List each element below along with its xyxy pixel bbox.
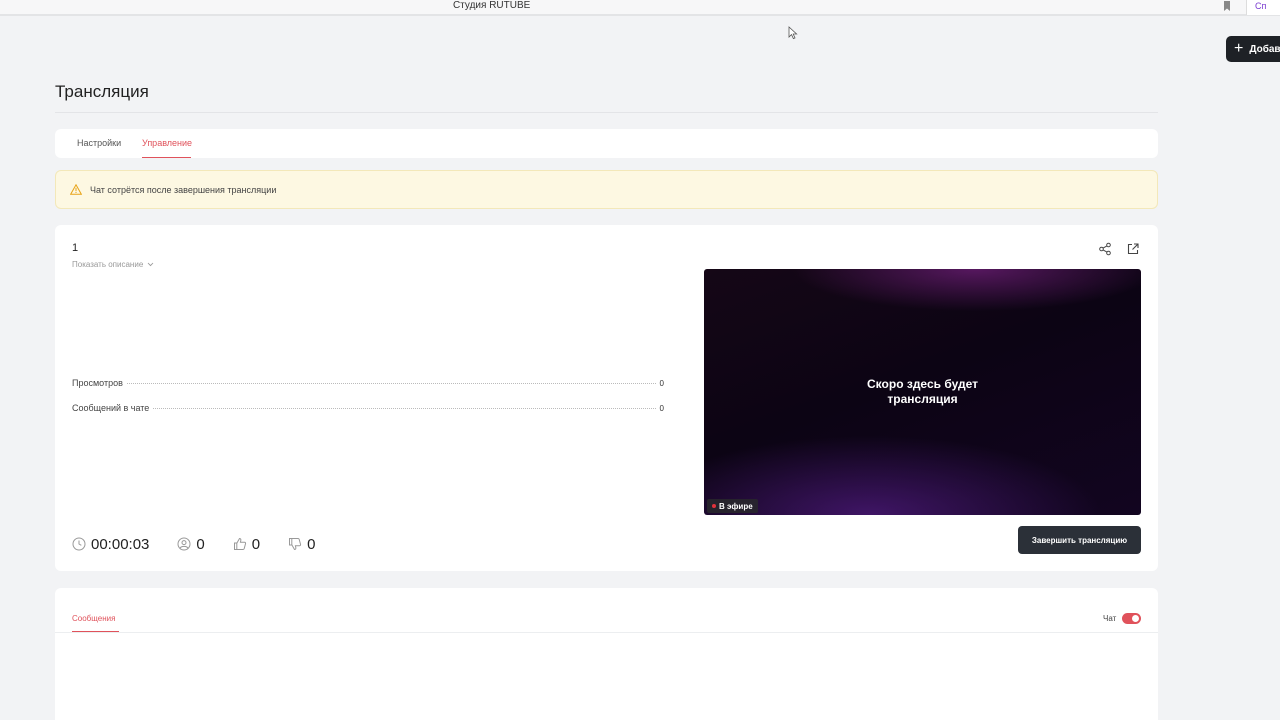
stat-views-row: Просмотров 0: [72, 378, 664, 388]
extension-tab[interactable]: Сп: [1246, 0, 1280, 15]
live-dot-icon: [712, 504, 716, 508]
browser-top-bar: Студия RUTUBE Сп: [0, 0, 1280, 16]
likes-value: 0: [251, 535, 261, 553]
thumbs-up-icon: [233, 537, 246, 550]
dotted-leader: [153, 408, 656, 409]
live-badge: В эфире: [707, 499, 758, 513]
live-badge-label: В эфире: [719, 501, 753, 511]
dislikes-value: 0: [307, 535, 316, 553]
warning-text: Чат сотрётся после завершения трансляции: [90, 184, 277, 195]
stream-name: 1: [72, 242, 79, 254]
title-divider: [55, 112, 1158, 113]
player-placeholder-line1: Скоро здесь будет: [867, 377, 978, 391]
stat-messages-value: 0: [659, 404, 664, 413]
show-description-toggle[interactable]: Показать описание: [72, 260, 154, 269]
plus-icon: +: [1234, 40, 1244, 57]
panel-divider: [55, 632, 1158, 633]
chat-toggle-label: Чат: [1103, 614, 1117, 623]
stream-card: 1 Показать описание Просмотров 0 Сообщен…: [55, 225, 1158, 571]
warning-icon: [70, 184, 82, 195]
external-link-icon[interactable]: [1126, 242, 1140, 256]
bookmark-icon[interactable]: [1223, 1, 1231, 11]
metric-dislikes: 0: [288, 536, 315, 553]
stat-messages-row: Сообщений в чате 0: [72, 403, 664, 413]
dotted-leader: [126, 383, 656, 384]
tabs-bar: Настройки Управление: [55, 129, 1158, 158]
player-placeholder-line2: трансляция: [887, 392, 958, 406]
browser-tab-title: Студия RUTUBE: [453, 0, 531, 11]
metric-likes: 0: [233, 536, 260, 553]
tab-messages[interactable]: Сообщения: [72, 614, 115, 623]
share-icon[interactable]: [1098, 242, 1112, 256]
toggle-knob: [1132, 615, 1139, 622]
video-player-preview[interactable]: Скоро здесь будет трансляция В эфире: [704, 269, 1141, 515]
player-placeholder-text: Скоро здесь будет трансляция: [704, 377, 1141, 407]
viewers-value: 0: [196, 535, 205, 553]
add-button[interactable]: + Добав: [1226, 36, 1280, 62]
tab-settings[interactable]: Настройки: [77, 138, 121, 148]
chat-warning-notice: Чат сотрётся после завершения трансляции: [55, 170, 1158, 209]
tab-management[interactable]: Управление: [142, 138, 192, 148]
show-description-label: Показать описание: [72, 260, 144, 269]
metric-duration: 00:00:03: [72, 536, 149, 553]
duration-value: 00:00:03: [91, 535, 150, 553]
messages-panel: Сообщения Чат: [55, 588, 1158, 720]
chat-toggle-switch[interactable]: [1122, 613, 1141, 624]
thumbs-down-icon: [289, 538, 302, 551]
stat-messages-label: Сообщений в чате: [72, 403, 150, 413]
clock-icon: [72, 537, 86, 551]
user-icon: [177, 537, 191, 551]
active-tab-indicator: [142, 157, 191, 158]
extension-tab-label: Сп: [1255, 1, 1267, 11]
stat-views-label: Просмотров: [72, 378, 123, 388]
metric-viewers: 0: [177, 535, 205, 553]
end-stream-button[interactable]: Завершить трансляцию: [1018, 526, 1141, 554]
stat-views-value: 0: [659, 379, 664, 388]
chevron-down-icon: [147, 262, 154, 267]
mouse-cursor-icon: [788, 26, 798, 40]
add-button-label: Добав: [1249, 43, 1280, 55]
stream-metrics: 00:00:03 0 0 0: [72, 535, 343, 553]
page-title: Трансляция: [55, 82, 149, 101]
